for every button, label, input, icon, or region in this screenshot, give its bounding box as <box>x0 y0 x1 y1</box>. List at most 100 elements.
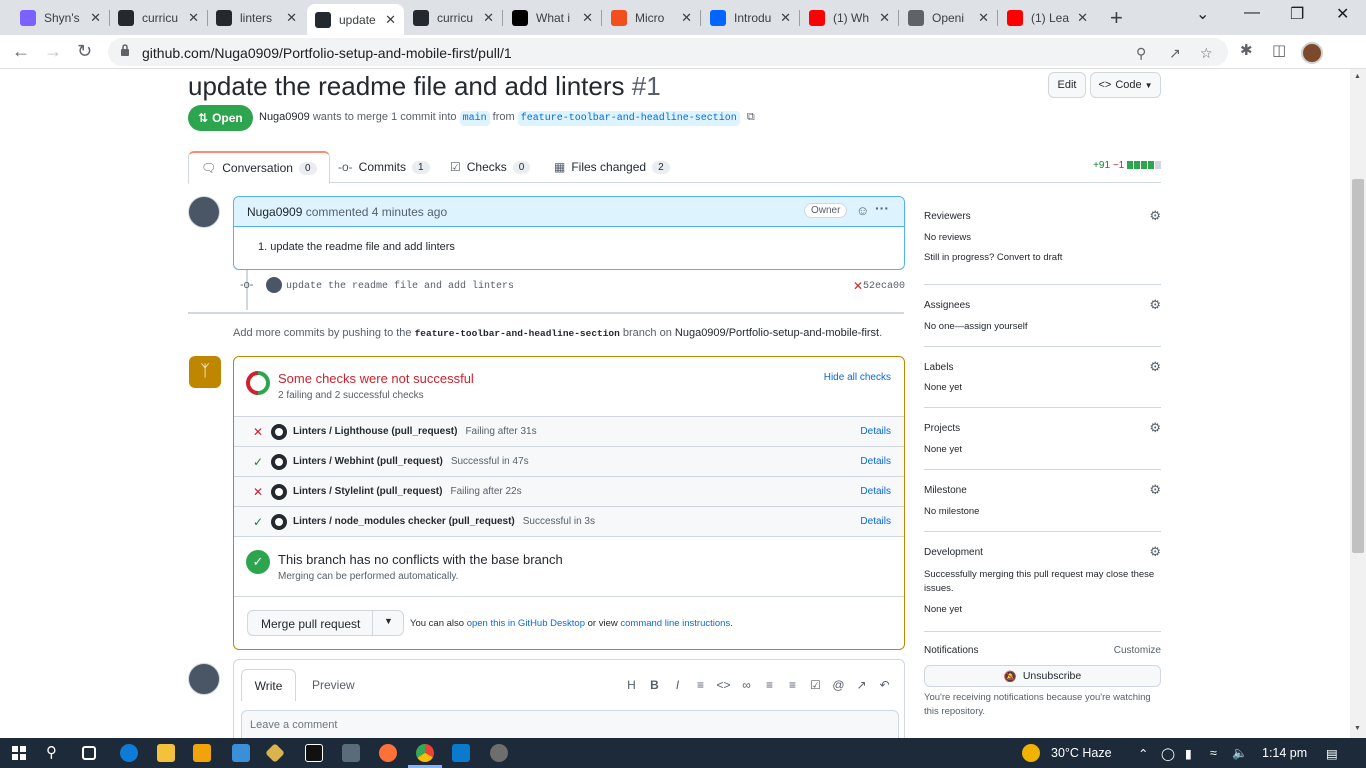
comment-author[interactable]: Nuga0909 <box>247 205 302 219</box>
edit-button[interactable]: Edit <box>1048 72 1086 98</box>
current-user-avatar[interactable] <box>188 663 220 695</box>
projects-gear-icon[interactable]: ⚙ <box>1149 420 1161 436</box>
new-tab-button[interactable]: + <box>1110 5 1123 31</box>
app-icon[interactable] <box>490 744 508 762</box>
assignees-value[interactable]: No one—assign yourself <box>924 321 1028 332</box>
scrollbar-thumb[interactable] <box>1352 179 1364 553</box>
side-panel-icon[interactable]: ◫ <box>1272 41 1286 59</box>
tab-search-icon[interactable]: ⌄ <box>1196 4 1209 24</box>
browser-tab[interactable]: (1) Wh ✕ <box>801 4 898 32</box>
labels-gear-icon[interactable]: ⚙ <box>1149 359 1161 375</box>
mail-icon[interactable] <box>232 744 250 762</box>
open-in-desktop-link[interactable]: open this in GitHub Desktop <box>467 618 585 629</box>
command-line-instructions-link[interactable]: command line instructions <box>620 618 730 629</box>
merge-pull-request-button[interactable]: Merge pull request ▼ <box>247 610 404 636</box>
pr-author-link[interactable]: Nuga0909 <box>259 111 310 123</box>
store-icon[interactable] <box>193 744 211 762</box>
browser-tab[interactable]: curricu ✕ <box>405 4 502 32</box>
bookmark-star-icon[interactable]: ☆ <box>1200 45 1213 62</box>
scroll-down-icon[interactable]: ▼ <box>1354 725 1361 732</box>
tab-write[interactable]: Write <box>241 669 296 701</box>
close-tab-icon[interactable]: ✕ <box>483 10 494 26</box>
tab-preview[interactable]: Preview <box>312 669 355 701</box>
browser-tab[interactable]: (1) Lea ✕ <box>999 4 1096 32</box>
close-tab-icon[interactable]: ✕ <box>681 10 692 26</box>
scroll-up-icon[interactable]: ▲ <box>1354 73 1361 80</box>
tab-commits[interactable]: -o- Commits 1 <box>338 151 430 183</box>
italic-icon[interactable]: I <box>666 678 689 692</box>
convert-to-draft-link[interactable]: Convert to draft <box>997 252 1062 263</box>
tray-chevron-icon[interactable]: ⌃ <box>1138 746 1148 761</box>
browser-tab[interactable]: linters ✕ <box>208 4 305 32</box>
calculator-icon[interactable] <box>342 744 360 762</box>
restore-icon[interactable]: ❐ <box>1290 4 1304 24</box>
kebab-menu-icon[interactable]: ··· <box>875 200 889 216</box>
tab-files-changed[interactable]: ▦ Files changed 2 <box>554 151 670 183</box>
close-tab-icon[interactable]: ✕ <box>90 10 101 26</box>
zoom-icon[interactable]: ⚲ <box>1136 45 1146 62</box>
close-tab-icon[interactable]: ✕ <box>286 10 297 26</box>
forward-icon[interactable]: → <box>44 41 62 62</box>
bulleted-list-icon[interactable]: ≡ <box>758 678 781 692</box>
hide-all-checks-link[interactable]: Hide all checks <box>824 372 891 383</box>
weather-icon[interactable] <box>1022 744 1040 762</box>
git-app-icon[interactable] <box>265 743 285 763</box>
clock-time[interactable]: 1:14 pm <box>1262 746 1307 760</box>
code-icon[interactable]: <> <box>712 678 735 692</box>
saved-replies-icon[interactable]: ↶ <box>873 678 896 692</box>
page-scrollbar[interactable]: ▲ ▼ <box>1350 69 1366 738</box>
copy-icon[interactable]: ⧉ <box>747 111 755 123</box>
battery-icon[interactable]: ▮ <box>1185 746 1192 761</box>
task-view-icon[interactable] <box>82 746 96 760</box>
close-tab-icon[interactable]: ✕ <box>582 10 593 26</box>
file-explorer-icon[interactable] <box>157 744 175 762</box>
commit-sha[interactable]: 52eca00 <box>863 281 905 292</box>
cross-reference-icon[interactable]: ↗ <box>850 678 873 692</box>
volume-icon[interactable]: 🔈 <box>1232 746 1248 761</box>
bold-icon[interactable]: B <box>643 678 666 692</box>
extensions-icon[interactable]: ✱ <box>1240 41 1253 59</box>
search-icon[interactable]: ⚲ <box>46 743 57 761</box>
close-tab-icon[interactable]: ✕ <box>879 10 890 26</box>
task-list-icon[interactable]: ☑ <box>804 678 827 692</box>
firefox-icon[interactable] <box>379 744 397 762</box>
reload-icon[interactable]: ↻ <box>77 41 92 62</box>
browser-tab[interactable]: Introdu ✕ <box>702 4 799 32</box>
close-tab-icon[interactable]: ✕ <box>780 10 791 26</box>
merge-options-caret-icon[interactable]: ▼ <box>384 616 393 626</box>
close-tab-icon[interactable]: ✕ <box>188 10 199 26</box>
commit-message[interactable]: update the readme file and add linters <box>286 281 514 292</box>
link-icon[interactable]: ∞ <box>735 678 758 692</box>
browser-tab[interactable]: update ✕ <box>307 4 404 35</box>
customize-link[interactable]: Customize <box>1114 645 1161 656</box>
back-icon[interactable]: ← <box>12 41 30 62</box>
wifi-icon[interactable]: ≈ <box>1210 746 1217 760</box>
head-branch[interactable]: feature-toolbar-and-headline-section <box>517 111 740 126</box>
code-button[interactable]: <> Code ▼ <box>1090 72 1161 98</box>
browser-tab[interactable]: Shyn's ✕ <box>12 4 109 32</box>
profile-avatar[interactable] <box>1301 42 1323 64</box>
commit-author-avatar[interactable] <box>266 277 282 293</box>
mention-icon[interactable]: @ <box>827 678 850 692</box>
close-window-icon[interactable]: ✕ <box>1336 4 1349 24</box>
heading-icon[interactable]: H <box>620 678 643 692</box>
quote-icon[interactable]: ≡ <box>689 678 712 692</box>
check-details-link[interactable]: Details <box>860 516 891 527</box>
close-tab-icon[interactable]: ✕ <box>1077 10 1088 26</box>
push-hint-repo[interactable]: Nuga0909/Portfolio-setup-and-mobile-firs… <box>675 327 879 339</box>
vscode-icon[interactable] <box>452 744 470 762</box>
close-tab-icon[interactable]: ✕ <box>385 12 396 28</box>
browser-tab[interactable]: What i ✕ <box>504 4 601 32</box>
reviewers-gear-icon[interactable]: ⚙ <box>1149 208 1161 224</box>
share-icon[interactable]: ↗ <box>1169 45 1181 62</box>
check-details-link[interactable]: Details <box>860 486 891 497</box>
browser-tab[interactable]: Openi ✕ <box>900 4 997 32</box>
weather-text[interactable]: 30°C Haze <box>1051 746 1112 760</box>
check-details-link[interactable]: Details <box>860 426 891 437</box>
comment-textarea[interactable]: Leave a comment <box>241 710 899 738</box>
unsubscribe-button[interactable]: 🔕 Unsubscribe <box>924 665 1161 687</box>
pycharm-icon[interactable] <box>305 744 323 762</box>
check-failed-icon[interactable]: ✕ <box>853 279 863 293</box>
milestone-gear-icon[interactable]: ⚙ <box>1149 482 1161 498</box>
comment-author-avatar[interactable] <box>188 196 220 228</box>
